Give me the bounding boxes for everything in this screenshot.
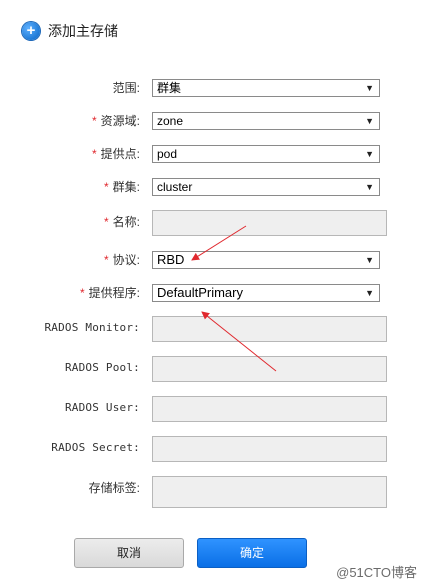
plus-circle-icon: + (22, 22, 40, 40)
name-label-text: 名称: (112, 215, 140, 229)
protocol-label-text: 协议: (112, 253, 140, 267)
dialog-header: + 添加主存储 (22, 20, 118, 42)
chevron-down-icon: ▼ (365, 182, 374, 192)
required-marker: * (91, 147, 97, 161)
provider-label-text: 提供程序: (88, 286, 140, 300)
chevron-down-icon: ▼ (365, 83, 374, 93)
protocol-row: * 协议: RBD ▼ (0, 248, 425, 272)
watermark: @51CTO博客 (336, 565, 417, 580)
cluster-value: cluster (157, 180, 193, 194)
pod-row: * 提供点: pod ▼ (0, 142, 425, 166)
rados-user-row: RADOS User: (0, 396, 425, 422)
pod-label-text: 提供点: (100, 147, 140, 161)
zone-select[interactable]: zone ▼ (152, 112, 380, 130)
cancel-button[interactable]: 取消 (74, 538, 184, 568)
name-row: * 名称: (0, 210, 425, 236)
zone-row: * 资源域: zone ▼ (0, 109, 425, 133)
chevron-down-icon: ▼ (365, 255, 374, 265)
provider-label: * 提供程序: (80, 281, 140, 305)
rados-user-input[interactable] (152, 396, 387, 422)
provider-value: DefaultPrimary (157, 285, 243, 300)
protocol-value: RBD (157, 252, 185, 267)
chevron-down-icon: ▼ (365, 116, 374, 126)
rados-secret-row: RADOS Secret: (0, 436, 425, 462)
provider-select[interactable]: DefaultPrimary ▼ (152, 284, 380, 302)
scope-label: 范围: (112, 81, 140, 95)
name-label: * 名称: (104, 210, 140, 234)
chevron-down-icon: ▼ (365, 149, 374, 159)
storage-tags-label: 存储标签: (88, 481, 140, 495)
cluster-label: * 群集: (104, 175, 140, 199)
storage-tags-row: 存储标签: (0, 476, 425, 508)
required-marker: * (103, 215, 109, 229)
zone-label: * 资源域: (92, 109, 140, 133)
scope-value: 群集 (157, 81, 182, 95)
protocol-label: * 协议: (104, 248, 140, 272)
rados-user-label: RADOS User: (64, 401, 140, 414)
chevron-down-icon: ▼ (365, 288, 374, 298)
cluster-label-text: 群集: (112, 180, 140, 194)
cluster-row: * 群集: cluster ▼ (0, 175, 425, 199)
protocol-select[interactable]: RBD ▼ (152, 251, 380, 269)
zone-value: zone (157, 114, 184, 128)
provider-row: * 提供程序: DefaultPrimary ▼ (0, 281, 425, 305)
storage-tags-input[interactable] (152, 476, 387, 508)
required-marker: * (103, 253, 109, 267)
rados-monitor-label: RADOS Monitor: (44, 321, 140, 334)
rados-monitor-input[interactable] (152, 316, 387, 342)
dialog-title: 添加主存储 (48, 23, 118, 39)
rados-monitor-row: RADOS Monitor: (0, 316, 425, 342)
rados-secret-label: RADOS Secret: (51, 441, 140, 454)
ok-button[interactable]: 确定 (197, 538, 307, 568)
pod-select[interactable]: pod ▼ (152, 145, 380, 163)
name-input[interactable] (152, 210, 387, 236)
rados-secret-input[interactable] (152, 436, 387, 462)
scope-row: 范围: 群集 ▼ (0, 76, 425, 100)
rados-pool-label: RADOS Pool: (64, 361, 140, 374)
zone-label-text: 资源域: (100, 114, 140, 128)
scope-select[interactable]: 群集 ▼ (152, 79, 380, 97)
required-marker: * (79, 286, 85, 300)
required-marker: * (91, 114, 97, 128)
required-marker: * (103, 180, 109, 194)
pod-value: pod (157, 147, 178, 161)
pod-label: * 提供点: (92, 142, 140, 166)
rados-pool-input[interactable] (152, 356, 387, 382)
rados-pool-row: RADOS Pool: (0, 356, 425, 382)
cluster-select[interactable]: cluster ▼ (152, 178, 380, 196)
